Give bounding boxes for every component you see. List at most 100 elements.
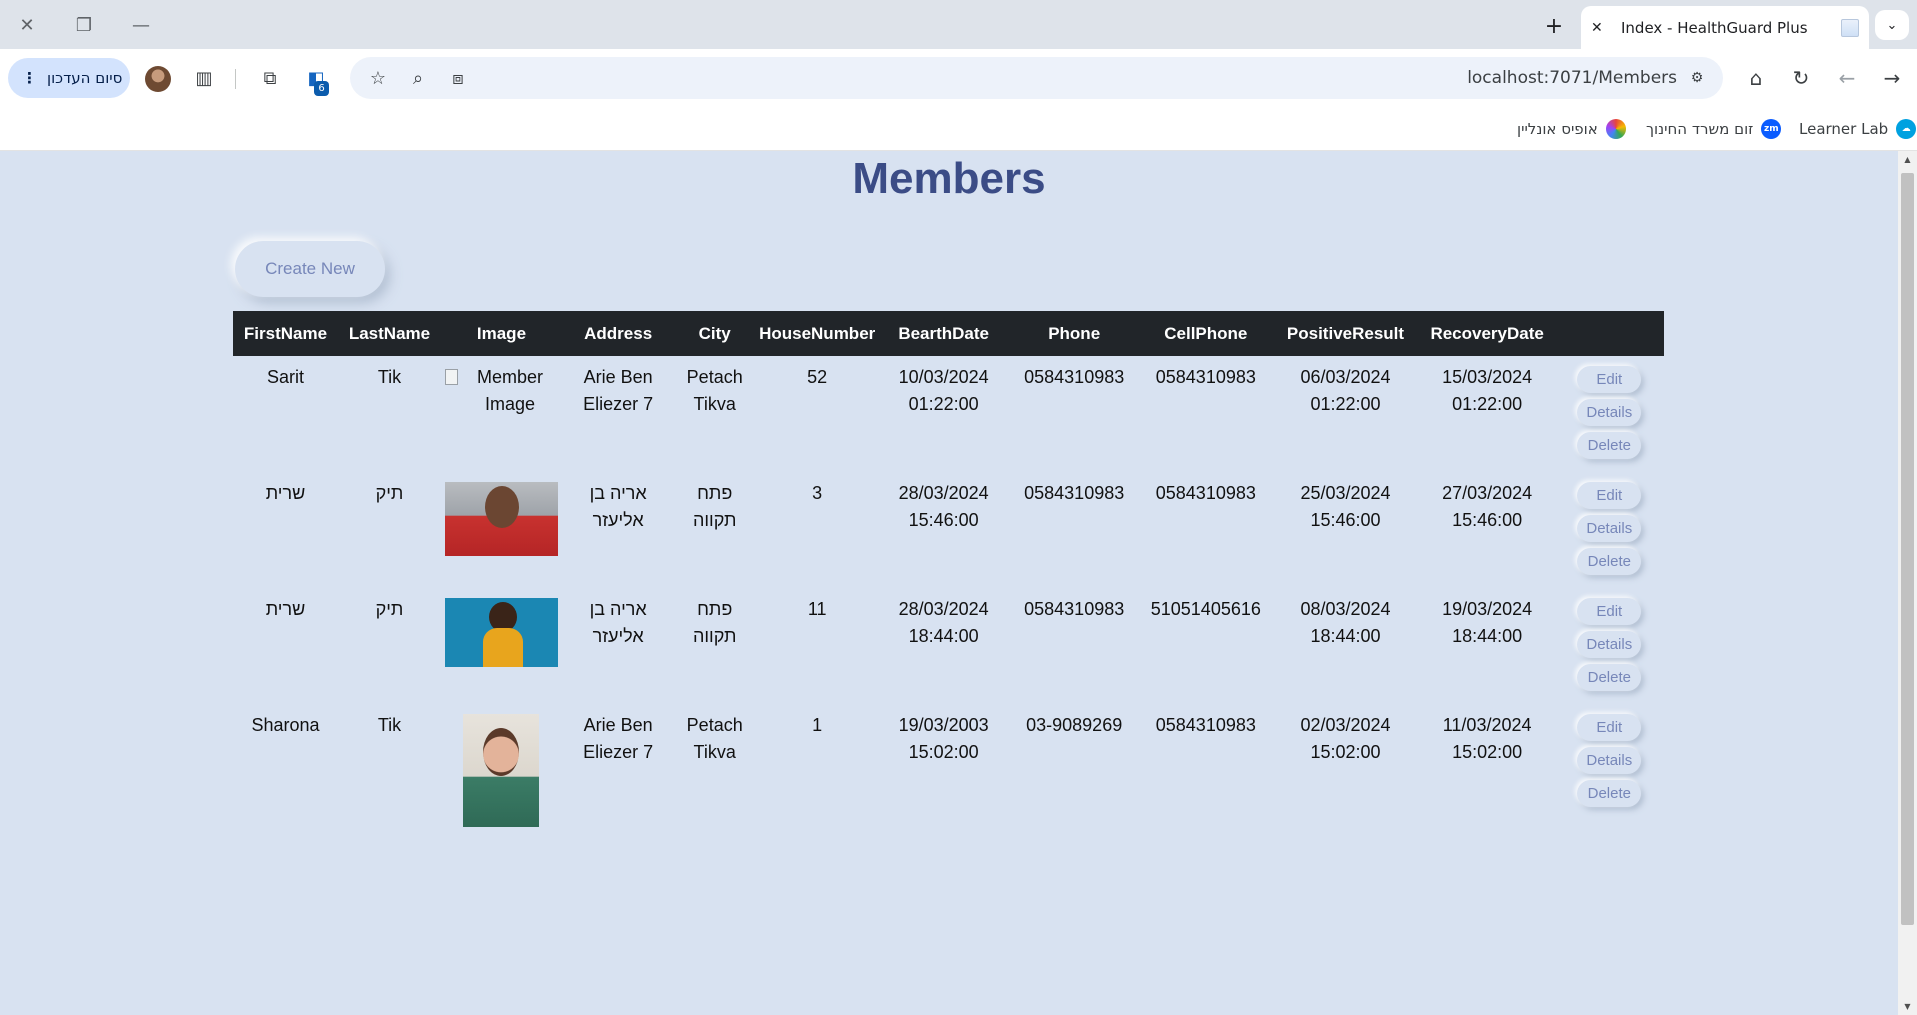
date-text: 11/03/2024 <box>1442 715 1532 735</box>
vertical-scrollbar[interactable]: ▲ ▼ <box>1898 151 1917 1015</box>
edit-link[interactable]: Edit <box>1577 366 1642 393</box>
cell-last-name: Tik <box>377 367 402 387</box>
details-link[interactable]: Details <box>1577 747 1642 774</box>
bookmark-label: Learner Lab <box>1799 120 1889 138</box>
cell-recovery-date: 11/03/2024 15:02:00 <box>1420 704 1555 827</box>
date-text: 27/03/2024 <box>1442 483 1533 503</box>
cell-cell-phone: 0584310983 <box>1155 715 1256 735</box>
time-text: 01:22:00 <box>908 394 979 414</box>
cell-last-name: Tik <box>377 715 402 735</box>
column-header-image: Image <box>440 311 562 356</box>
cell-image <box>441 472 562 588</box>
cell-phone: 03-9089269 <box>1026 715 1123 735</box>
edit-link[interactable]: Edit <box>1577 714 1642 741</box>
edit-link[interactable]: Edit <box>1577 482 1642 509</box>
cell-birth-date: 28/03/2024 18:44:00 <box>879 588 1008 704</box>
cell-phone: 0584310983 <box>1024 599 1125 619</box>
home-icon[interactable]: ⌂ <box>1742 64 1770 92</box>
window-minimize-icon[interactable]: — <box>124 10 158 40</box>
column-header-city: City <box>674 311 756 356</box>
update-label: סיום העדכון <box>47 69 123 87</box>
forward-icon[interactable]: → <box>1878 64 1906 92</box>
cell-cell-phone: 0584310983 <box>1155 483 1256 503</box>
url-text[interactable]: localhost:7071/Members <box>1467 68 1677 88</box>
delete-link[interactable]: Delete <box>1577 664 1642 691</box>
window-close-icon[interactable]: ✕ <box>10 10 44 40</box>
create-new-button[interactable]: Create New <box>235 241 385 297</box>
cell-birth-date: 19/03/2003 15:02:00 <box>879 704 1008 827</box>
tab-search-chevron-icon[interactable]: ⌄ <box>1875 10 1909 40</box>
edit-link[interactable]: Edit <box>1577 598 1642 625</box>
bookmark-label: זום משרד החינוך <box>1646 120 1754 138</box>
details-link[interactable]: Details <box>1577 631 1642 658</box>
bookmarks-bar: Learner Lab ☁ זום משרד החינוך zm אופיס א… <box>0 107 1917 151</box>
date-text: 08/03/2024 <box>1300 599 1391 619</box>
member-photo <box>463 714 540 827</box>
members-table: FirstName LastName Image Address City Ho… <box>233 311 1664 827</box>
cell-actions: Edit Details Delete <box>1555 472 1664 588</box>
translate-icon[interactable]: ⧈ <box>444 64 472 92</box>
table-header-row: FirstName LastName Image Address City Ho… <box>233 311 1664 356</box>
delete-link[interactable]: Delete <box>1577 780 1642 807</box>
cell-city: פתח תקווה <box>692 483 737 530</box>
details-link[interactable]: Details <box>1577 515 1642 542</box>
date-text: 02/03/2024 <box>1300 715 1391 735</box>
delete-link[interactable]: Delete <box>1577 548 1642 575</box>
column-header-housenumber: HouseNumber <box>755 311 880 356</box>
tab-close-icon[interactable]: ✕ <box>1591 20 1611 36</box>
member-photo <box>444 482 558 556</box>
delete-link[interactable]: Delete <box>1577 432 1642 459</box>
scroll-up-icon[interactable]: ▲ <box>1898 151 1917 168</box>
browser-tab[interactable]: ✕ Index - HealthGuard Plus <box>1581 6 1869 49</box>
more-menu-icon: ⋮ <box>22 69 37 87</box>
column-header-bearthdate: BearthDate <box>879 311 1009 356</box>
zoom-icon[interactable]: ⌕ <box>404 64 432 92</box>
cell-image: Member Image <box>441 356 562 472</box>
back-icon[interactable]: ← <box>1833 64 1861 92</box>
cell-last-name: תיק <box>375 599 404 619</box>
time-text: 15:46:00 <box>1452 510 1523 530</box>
cell-cell-phone: 51051405616 <box>1150 599 1261 619</box>
column-header-firstname: FirstName <box>233 311 338 356</box>
cell-positive-result: 08/03/2024 18:44:00 <box>1271 588 1419 704</box>
bookmark-zoom-education[interactable]: זום משרד החינוך zm <box>1646 117 1782 141</box>
tab-title: Index - HealthGuard Plus <box>1621 18 1808 37</box>
time-text: 15:02:00 <box>908 742 979 762</box>
finish-update-button[interactable]: ⋮ סיום העדכון <box>8 58 130 98</box>
cell-house-number: 11 <box>807 599 827 619</box>
scroll-down-icon[interactable]: ▼ <box>1898 998 1917 1015</box>
cell-cell-phone: 0584310983 <box>1155 367 1256 387</box>
time-text: 18:44:00 <box>1310 626 1381 646</box>
new-tab-button[interactable]: + <box>1540 12 1568 40</box>
cell-city: פתח תקווה <box>692 599 737 646</box>
cell-recovery-date: 27/03/2024 15:46:00 <box>1420 472 1555 588</box>
browser-toolbar: ⋮ סיום העדכון ▥ ⧉ ◧ 6 ☆ ⌕ ⧈ localhost:70… <box>0 49 1917 107</box>
profile-avatar[interactable] <box>145 66 171 92</box>
cell-image <box>441 704 562 827</box>
cell-actions: Edit Details Delete <box>1555 704 1664 827</box>
date-text: 28/03/2024 <box>898 599 989 619</box>
tab-bar: ✕ ❐ — + ✕ Index - HealthGuard Plus ⌄ <box>0 0 1917 49</box>
image-alt-text: Member Image <box>477 367 544 414</box>
extension-badge: 6 <box>314 81 329 96</box>
address-bar[interactable]: ☆ ⌕ ⧈ localhost:7071/Members ⚙ <box>350 57 1723 99</box>
reload-icon[interactable]: ↻ <box>1787 64 1815 92</box>
bookmark-learner-lab[interactable]: Learner Lab ☁ <box>1799 117 1917 141</box>
cell-positive-result: 02/03/2024 15:02:00 <box>1271 704 1419 827</box>
site-settings-icon[interactable]: ⚙ <box>1683 64 1711 92</box>
table-row: Sarit Tik Member Image Arie Ben Eliezer … <box>233 356 1664 472</box>
extensions-icon[interactable]: ⧉ <box>256 64 284 92</box>
details-link[interactable]: Details <box>1577 399 1642 426</box>
cell-last-name: תיק <box>375 483 404 503</box>
cell-actions: Edit Details Delete <box>1555 588 1664 704</box>
side-panel-icon[interactable]: ▥ <box>190 64 218 92</box>
broken-image-icon <box>444 369 459 385</box>
cell-address: Arie Ben Eliezer 7 <box>583 367 654 414</box>
cell-phone: 0584310983 <box>1024 483 1125 503</box>
bookmark-office-online[interactable]: אופיס אונליין <box>1517 117 1626 141</box>
bookmark-star-icon[interactable]: ☆ <box>364 64 392 92</box>
cell-positive-result: 25/03/2024 15:46:00 <box>1271 472 1419 588</box>
time-text: 15:46:00 <box>908 510 979 530</box>
window-restore-icon[interactable]: ❐ <box>67 10 101 40</box>
scrollbar-thumb[interactable] <box>1901 173 1914 925</box>
